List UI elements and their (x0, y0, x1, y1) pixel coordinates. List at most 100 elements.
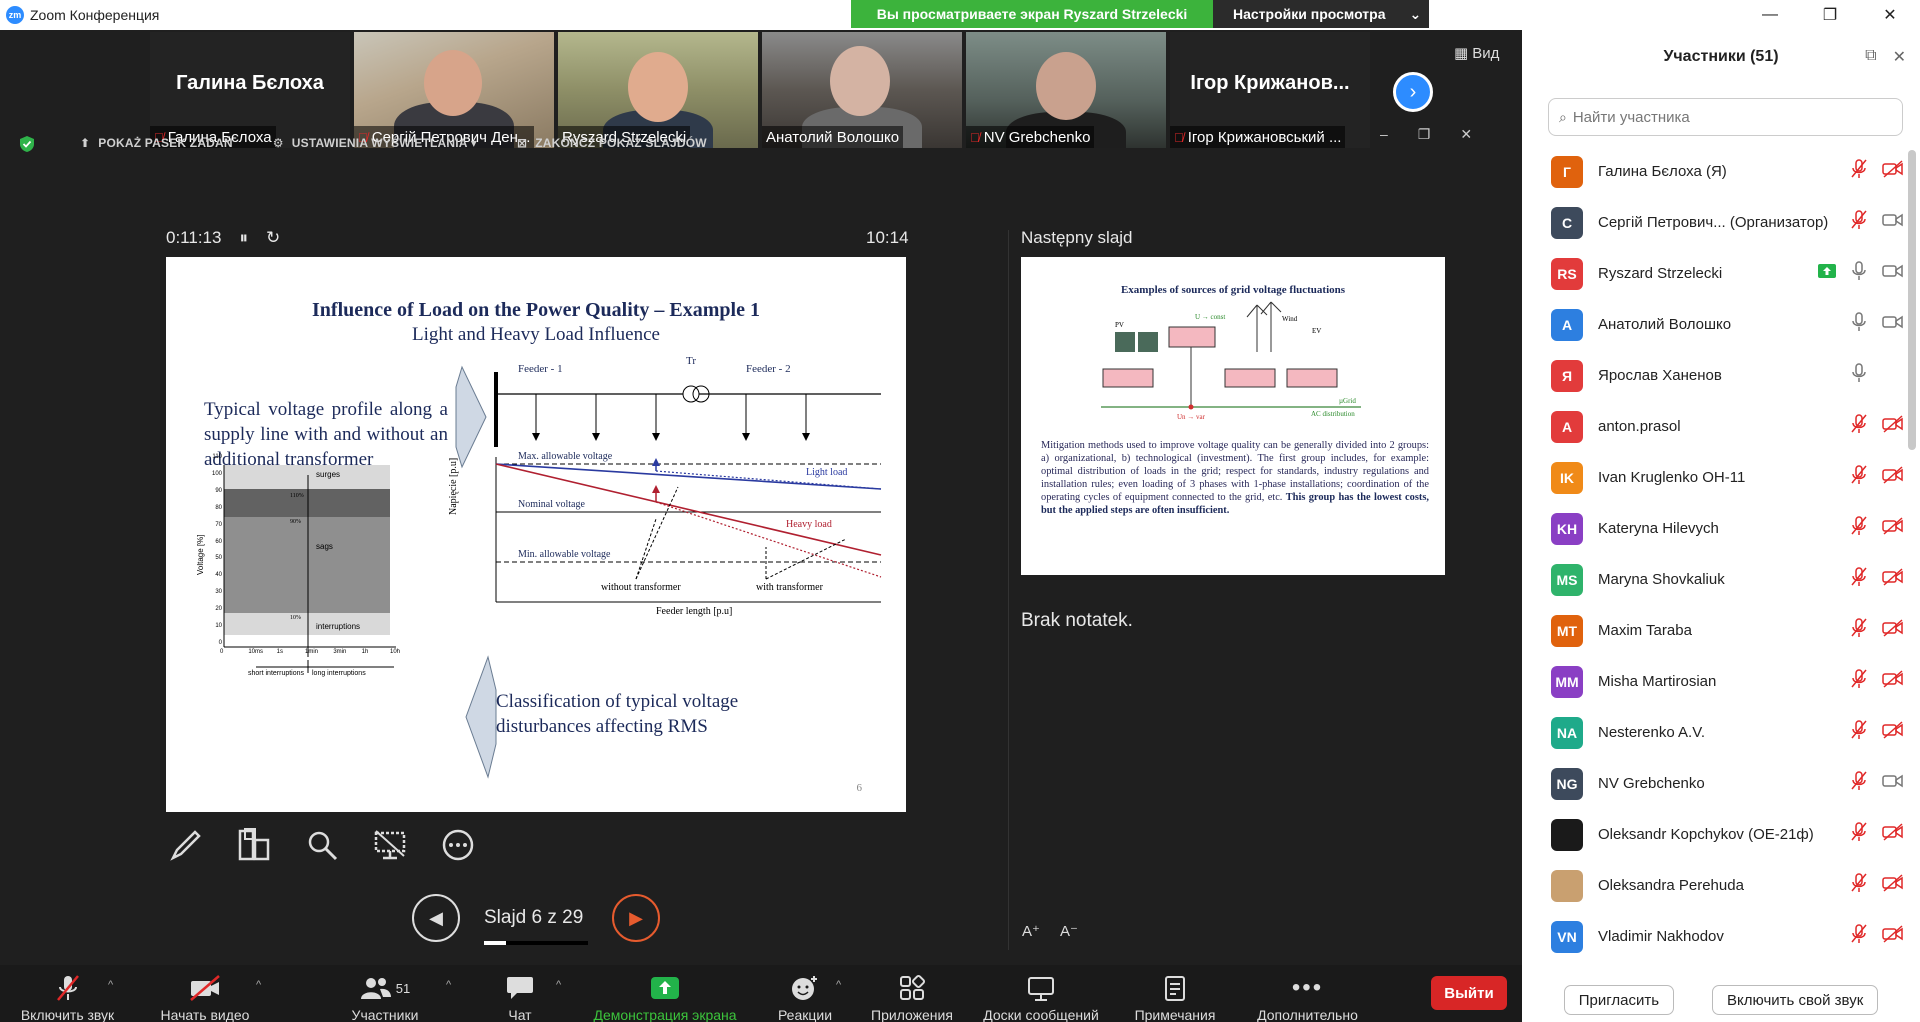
camera-off-icon (1882, 466, 1904, 489)
microphone-muted-icon[interactable] (1850, 516, 1868, 541)
see-all-slides-button[interactable] (234, 825, 274, 865)
microphone-muted-icon[interactable] (1850, 822, 1868, 847)
microphone-muted-icon[interactable] (1850, 159, 1868, 184)
participant-row[interactable]: RS Ryszard Strzelecki (1522, 248, 1912, 299)
next-videos-button[interactable]: › (1393, 72, 1433, 112)
start-video-button[interactable]: Начать видео (150, 973, 260, 1022)
diagram-heavy-load: Heavy load (786, 519, 832, 530)
avatar: NG (1551, 767, 1583, 800)
more-options-button[interactable] (438, 825, 478, 865)
chat-button[interactable]: Чат (495, 973, 545, 1022)
next-slide-ev-label: EV (1312, 327, 1322, 335)
microphone-muted-icon[interactable] (1850, 924, 1868, 949)
next-slide-preview[interactable]: Examples of sources of grid voltage fluc… (1021, 257, 1445, 575)
chevron-right-icon: › (1409, 80, 1417, 103)
apps-button[interactable]: Приложения (862, 973, 962, 1022)
search-input[interactable] (1572, 108, 1873, 126)
participant-row[interactable]: С Сергій Петрович... (Организатор) (1522, 197, 1912, 248)
microphone-muted-icon[interactable] (1850, 618, 1868, 643)
microphone-muted-icon[interactable] (1850, 465, 1868, 490)
video-tile[interactable]: Анатолий Волошко (762, 32, 962, 148)
view-options-button[interactable]: Настройки просмотра ⌄ (1213, 0, 1429, 28)
display-settings-button[interactable]: ⚙ USTAWIENIA WYŚWIETLANIA ▾ (273, 136, 477, 150)
diagram-x-axis-label: Feeder length [p.u] (656, 606, 733, 617)
tile-label-text: NV Grebchenko (983, 128, 1091, 146)
video-tile[interactable]: Галина Бєлоха 🎙̸ Галина Бєлоха (150, 32, 350, 148)
avatar: С (1551, 206, 1583, 239)
camera-off-icon (1882, 874, 1904, 897)
black-screen-button[interactable] (370, 825, 410, 865)
audio-options-caret-icon[interactable]: ^ (108, 979, 113, 991)
previous-slide-button[interactable]: ◀ (412, 894, 460, 942)
view-button[interactable]: ▦ Вид (1454, 44, 1499, 63)
microphone-muted-icon[interactable] (1850, 873, 1868, 898)
camera-off-icon (1882, 160, 1904, 183)
shield-icon (20, 136, 34, 152)
participants-scrollbar[interactable] (1908, 150, 1916, 450)
invite-button[interactable]: Пригласить (1563, 985, 1675, 1015)
video-options-caret-icon[interactable]: ^ (256, 979, 261, 991)
participant-row[interactable]: Oleksandra Perehuda (1522, 860, 1912, 911)
microphone-muted-icon[interactable] (1850, 720, 1868, 745)
microphone-muted-icon[interactable] (1850, 414, 1868, 439)
end-slideshow-button[interactable]: ⊠ ZAKOŃCZ POKAZ SLAJDÓW (517, 136, 707, 150)
decrease-font-icon[interactable]: A⁻ (1060, 922, 1078, 940)
reactions-button[interactable]: Реакции (770, 973, 840, 1022)
minimize-icon[interactable]: – (1380, 126, 1388, 143)
video-tile[interactable]: 🎙̸ Сергій Петрович Ден... (354, 32, 554, 148)
participant-name: Oleksandra Perehuda (1598, 877, 1744, 894)
microphone-muted-icon[interactable] (1850, 210, 1868, 235)
avatar: MT (1551, 614, 1583, 647)
diagram-feeder2: Feeder - 2 (746, 363, 791, 375)
show-taskbar-button[interactable]: ⬆ POKAŻ PASEK ZADAŃ (80, 136, 233, 150)
microphone-icon[interactable] (1850, 312, 1868, 337)
video-tile[interactable]: 🎙̸ NV Grebchenko (966, 32, 1166, 148)
participants-caret-icon[interactable]: ^ (446, 979, 451, 991)
participant-row[interactable]: KH Kateryna Hilevych (1522, 503, 1912, 554)
participant-row[interactable]: Aanton.prasol (1522, 401, 1912, 452)
pen-tool-button[interactable] (166, 825, 206, 865)
participant-row[interactable]: Oleksandr Kopchykov (OE-21ф) (1522, 809, 1912, 860)
close-button[interactable]: ✕ (1860, 0, 1920, 30)
chart-x-tick: 1h (361, 649, 369, 655)
restart-icon[interactable]: ↻ (266, 228, 280, 248)
close-icon[interactable]: ✕ (1893, 47, 1906, 67)
increase-font-icon[interactable]: A⁺ (1022, 922, 1040, 940)
reactions-caret-icon[interactable]: ^ (836, 979, 841, 991)
next-slide-button[interactable]: ▶ (612, 894, 660, 942)
share-screen-button[interactable]: Демонстрация экрана (585, 973, 745, 1022)
participant-row[interactable]: Я Ярослав Ханенов (1522, 350, 1912, 401)
microphone-muted-icon[interactable] (1850, 771, 1868, 796)
video-tile[interactable]: Ігор Крижанов... 🎙̸ Ігор Крижановський ..… (1170, 32, 1370, 148)
participant-row[interactable]: IK Ivan Kruglenko ОН-11 (1522, 452, 1912, 503)
video-tile-active-speaker[interactable]: Ryszard Strzelecki (558, 32, 758, 148)
restore-button[interactable]: ❐ (1800, 0, 1860, 30)
pop-out-icon[interactable]: ⧉ (1865, 47, 1876, 67)
pause-icon[interactable]: ⏸ (239, 228, 248, 248)
microphone-icon[interactable] (1850, 363, 1868, 388)
participant-row[interactable]: А Анатолий Волошко (1522, 299, 1912, 350)
notes-button[interactable]: Примечания (1125, 973, 1225, 1022)
participant-row[interactable]: VN Vladimir Nakhodov (1522, 911, 1912, 962)
zoom-slide-button[interactable] (302, 825, 342, 865)
participant-row[interactable]: NA Nesterenko A.V. (1522, 707, 1912, 758)
more-button[interactable]: ••• Дополнительно (1250, 973, 1365, 1022)
participant-row[interactable]: Г Галина Бєлоха (Я) (1522, 146, 1912, 197)
close-icon[interactable]: ✕ (1460, 126, 1472, 143)
chat-caret-icon[interactable]: ^ (556, 979, 561, 991)
restore-icon[interactable]: ❐ (1418, 126, 1431, 143)
participant-row[interactable]: MT Maxim Taraba (1522, 605, 1912, 656)
minimize-button[interactable]: — (1740, 0, 1800, 30)
participant-row[interactable]: MS Maryna Shovkaliuk (1522, 554, 1912, 605)
chart-y-tick: 100 (211, 470, 222, 477)
participant-status-icons (1850, 924, 1904, 949)
microphone-icon[interactable] (1850, 261, 1868, 286)
leave-button[interactable]: Выйти (1431, 976, 1507, 1010)
participant-row[interactable]: MM Misha Martirosian (1522, 656, 1912, 707)
microphone-muted-icon[interactable] (1850, 567, 1868, 592)
whiteboards-button[interactable]: Доски сообщений (975, 973, 1107, 1022)
microphone-muted-icon[interactable] (1850, 669, 1868, 694)
unmute-me-button[interactable]: Включить свой звук (1712, 985, 1879, 1015)
participant-row[interactable]: NG NV Grebchenko (1522, 758, 1912, 809)
participants-button[interactable]: 51 Участники (340, 973, 430, 1022)
